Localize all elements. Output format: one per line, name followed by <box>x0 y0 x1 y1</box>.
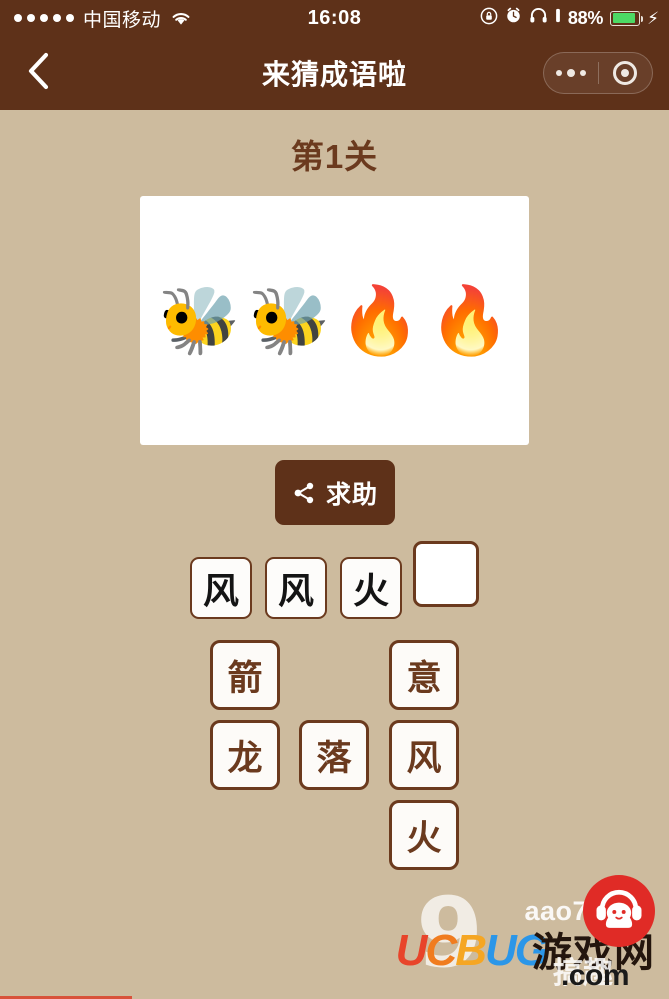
ucbug-letter: B <box>455 926 487 975</box>
character-tile[interactable]: 火 <box>389 800 459 870</box>
level-label: 第1关 <box>290 138 379 175</box>
answer-slot-empty[interactable] <box>413 541 479 607</box>
audio-level-bar-icon <box>555 7 561 29</box>
app-screen: 中国移动 16:08 88% ⚡ 来猜成语啦 第1关 🐝 🐝 🔥 🔥 求助 风 … <box>0 0 669 999</box>
status-bar: 中国移动 16:08 88% ⚡ <box>0 0 669 36</box>
answer-slot-filled[interactable]: 风 <box>265 557 327 619</box>
ucbug-letter: U <box>484 926 517 975</box>
character-tile-bank: 箭 意龙落风火 <box>0 636 669 876</box>
bee-emoji: 🐝 <box>248 281 331 359</box>
close-miniprogram-button[interactable] <box>599 61 653 85</box>
help-button[interactable]: 求助 <box>275 460 395 525</box>
answer-slot-row: 风风火 <box>0 538 669 628</box>
fire-emoji: 🔥 <box>338 281 421 359</box>
fire-emoji: 🔥 <box>428 281 511 359</box>
status-bar-right: 88% ⚡ <box>480 7 659 30</box>
more-dots-icon[interactable] <box>544 69 598 77</box>
headphone-mascot-avatar[interactable] <box>583 875 655 947</box>
watermark-ucbug-logo: U C B U G <box>395 926 549 975</box>
battery-fill <box>612 13 635 23</box>
lightning-bolt-icon: ⚡ <box>647 8 659 28</box>
headphone-mascot-icon <box>596 889 642 928</box>
answer-slot-filled[interactable]: 火 <box>340 557 402 619</box>
watermark-dotcom: .com <box>560 959 630 992</box>
alarm-clock-icon <box>505 7 522 29</box>
rotation-lock-icon <box>480 7 498 30</box>
miniprogram-capsule <box>543 52 653 94</box>
battery-percent-label: 88% <box>567 7 604 28</box>
share-icon <box>292 481 316 505</box>
ucbug-letter: U <box>395 926 428 975</box>
headphones-icon <box>529 7 548 29</box>
help-button-label: 求助 <box>325 480 378 509</box>
answer-slot-filled[interactable]: 风 <box>190 557 252 619</box>
nav-bar: 来猜成语啦 <box>0 36 669 110</box>
target-circle-icon <box>613 61 638 85</box>
character-tile[interactable]: 意 <box>389 640 459 710</box>
puzzle-image-card: 🐝 🐝 🔥 🔥 <box>140 196 529 445</box>
ucbug-letter: C <box>425 926 457 975</box>
character-tile[interactable]: 龙 <box>210 720 280 790</box>
character-tile[interactable]: 风 <box>389 720 459 790</box>
battery-icon <box>610 10 644 26</box>
bee-emoji: 🐝 <box>158 281 241 359</box>
character-tile[interactable]: 落 <box>299 720 369 790</box>
character-tile[interactable]: 箭 <box>210 640 280 710</box>
